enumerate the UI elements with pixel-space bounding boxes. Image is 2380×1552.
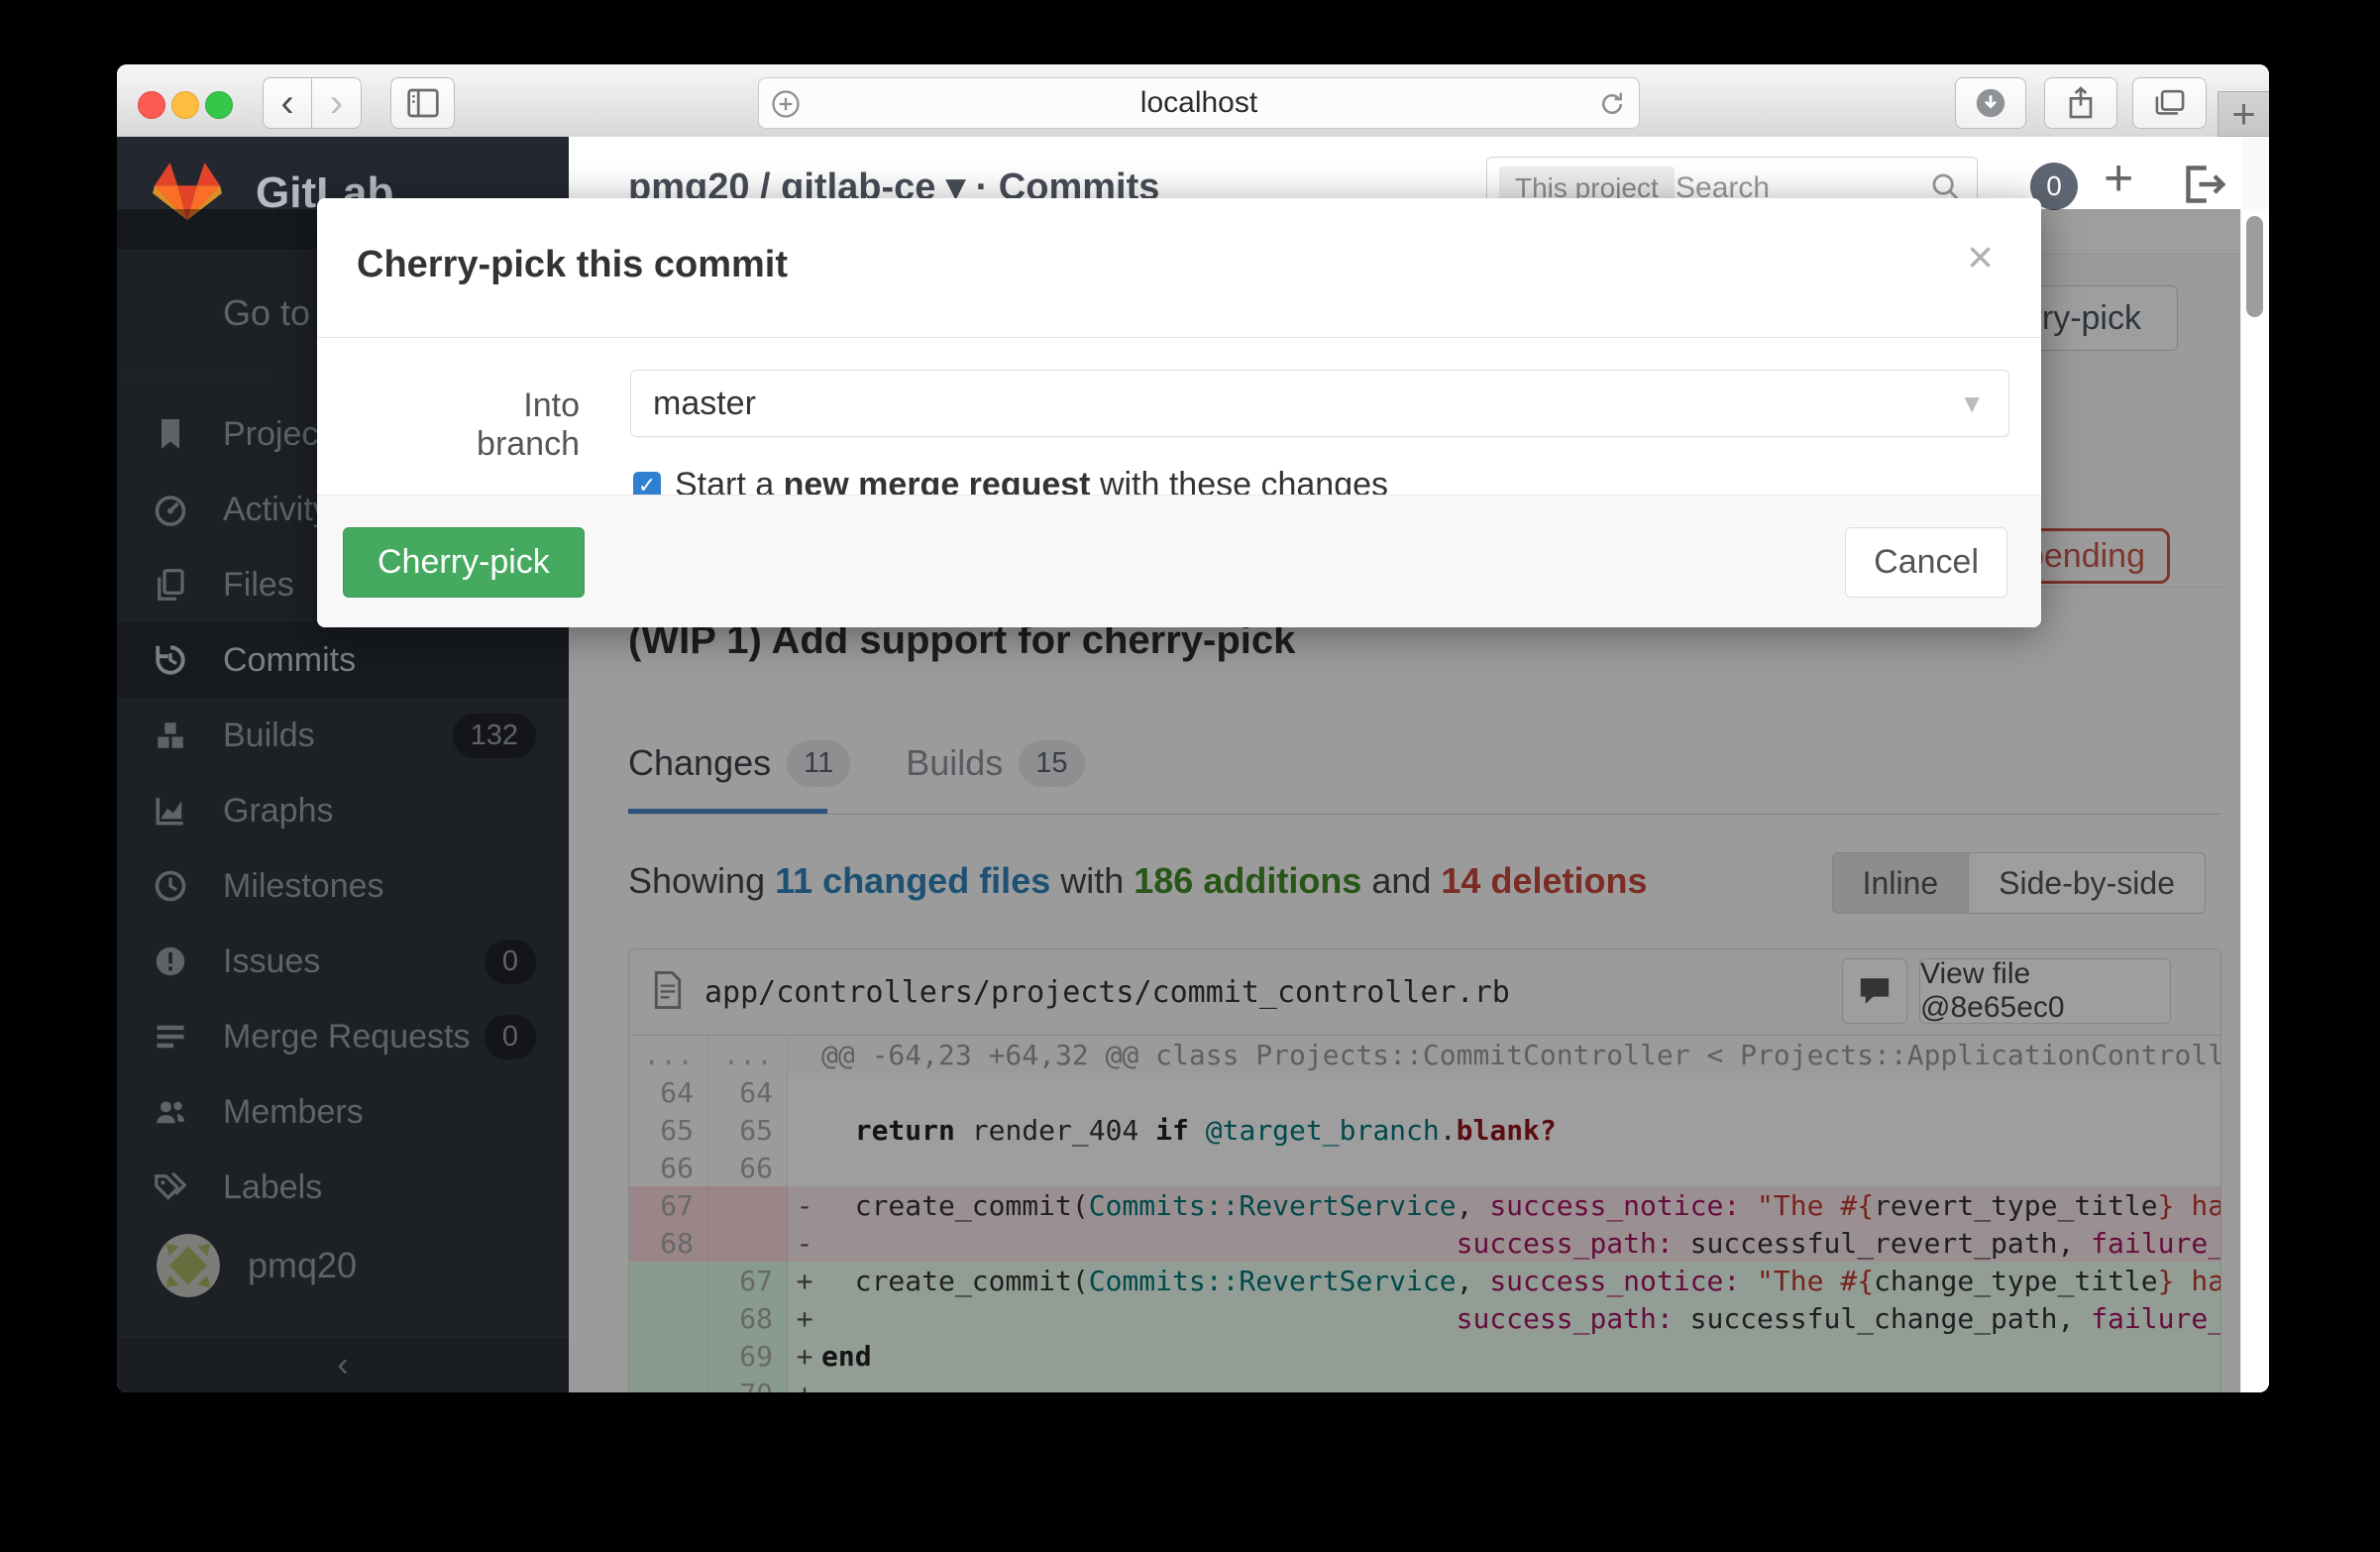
url-text[interactable]: localhost [759,78,1639,128]
downloads-button[interactable] [1955,77,2026,129]
sign-out-icon[interactable] [2181,163,2228,211]
cancel-button[interactable]: Cancel [1845,527,2007,598]
share-button[interactable] [2044,77,2117,129]
screenshot-stage: ‹ › localhost [0,0,2380,1552]
reload-icon[interactable] [1597,89,1627,124]
download-icon [1974,86,2007,120]
share-icon [2065,85,2097,121]
chevron-down-icon: ▼ [1959,388,1985,419]
zoom-window-button[interactable] [205,91,233,119]
modal-header: Cherry-pick this commit × [317,198,2041,338]
address-bar[interactable]: localhost [758,77,1640,129]
minimize-window-button[interactable] [171,91,199,119]
back-button[interactable]: ‹ [263,77,312,129]
modal-title: Cherry-pick this commit [357,244,788,286]
browser-window: ‹ › localhost [117,64,2269,1392]
tab-overview-button[interactable] [2132,77,2207,129]
modal-footer: Cherry-pick Cancel [317,495,2041,627]
scrollbar[interactable] [2240,209,2269,1392]
forward-button[interactable]: › [312,77,362,129]
close-window-button[interactable] [138,91,165,119]
into-branch-label: Into branch [416,387,580,464]
branch-select[interactable]: master ▼ [630,370,2009,437]
branch-select-value: master [653,385,756,423]
nav-button-group: ‹ › [263,77,362,129]
cherry-pick-modal: Cherry-pick this commit × Into branch ma… [317,198,2041,627]
cherry-pick-submit-button[interactable]: Cherry-pick [343,527,585,598]
close-icon[interactable]: × [1967,234,1994,279]
tab-overview-icon [2153,87,2187,119]
sidebar-toggle-button[interactable] [390,77,455,129]
modal-body: Into branch master ▼ ✓ Start a new merge… [317,337,2041,496]
new-project-button[interactable]: + [2104,149,2133,208]
sidebar-toggle-icon [406,88,440,118]
browser-toolbar: ‹ › localhost [117,64,2269,138]
new-tab-button[interactable]: + [2218,91,2269,137]
scrollbar-thumb[interactable] [2246,216,2263,317]
